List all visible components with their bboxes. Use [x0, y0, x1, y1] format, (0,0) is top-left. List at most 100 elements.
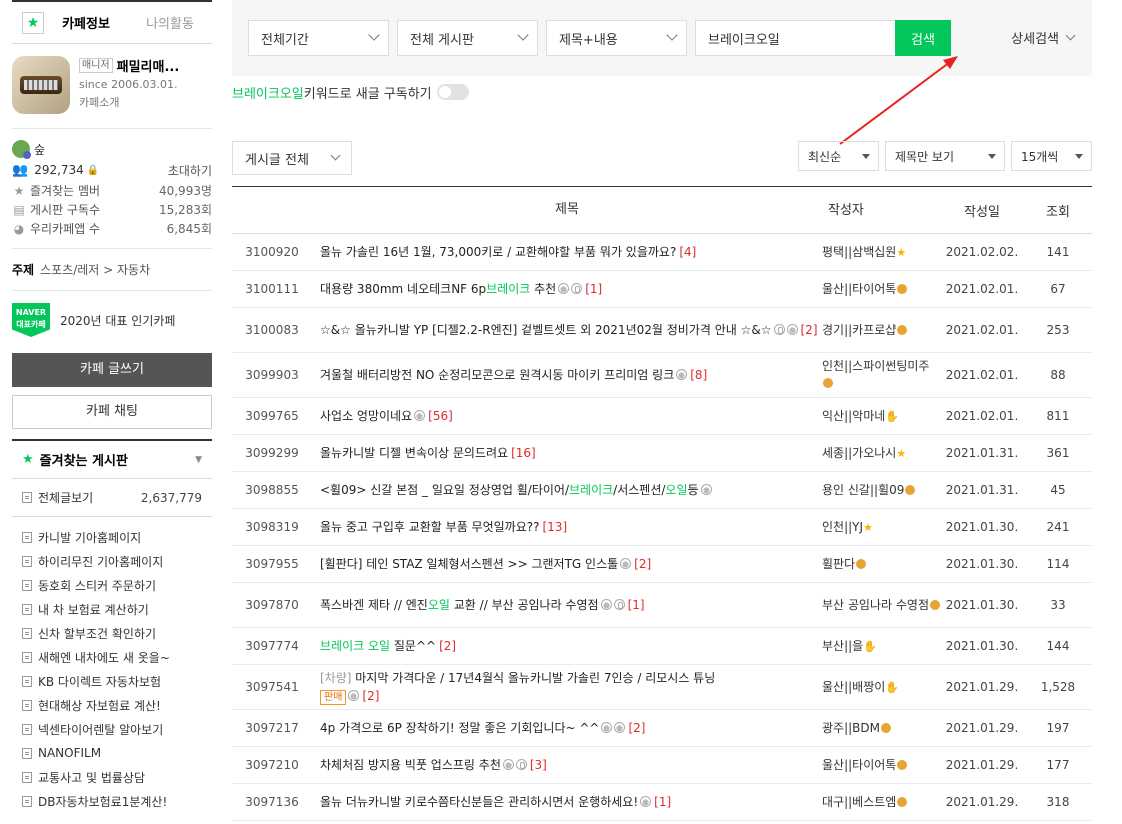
- view-mode-select[interactable]: 제목만 보기: [885, 141, 1005, 171]
- author-name[interactable]: 세종||가오나시: [822, 446, 896, 460]
- board-menu-item[interactable]: 하이리무진 기아홈페이지: [22, 549, 202, 573]
- post-title-link[interactable]: 올뉴카니발 디젤 변속이상 문의드려요: [320, 446, 508, 460]
- author-name[interactable]: 울산||배짱이: [822, 680, 885, 694]
- post-author[interactable]: 대구||베스트엠: [822, 783, 940, 821]
- author-name[interactable]: 경기||카프로샵: [822, 323, 896, 337]
- board-menu-item[interactable]: 넥센타이어렌탈 알아보기: [22, 717, 202, 741]
- favorite-boards-header[interactable]: ★ 즐겨찾는 게시판 ▼: [12, 439, 212, 479]
- invite-link[interactable]: 초대하기: [168, 162, 212, 179]
- post-filter-select[interactable]: 게시글 전체: [232, 141, 352, 175]
- board-icon: [22, 747, 32, 759]
- table-row: 3098855 <휠09> 신갈 본점 _ 일요일 정상영업 휠/타이어/브레이크…: [232, 471, 1092, 509]
- post-title-link[interactable]: 4p 가격으로 6P 장착하기! 정말 좋은 기회입니다~ ^^: [320, 721, 599, 735]
- author-name[interactable]: 울산||타이어톡: [822, 758, 896, 772]
- scope-select[interactable]: 제목+내용: [546, 20, 687, 56]
- author-name[interactable]: 인천||스파이썬팅미주: [822, 359, 929, 373]
- author-name[interactable]: 울산||타이어톡: [822, 282, 896, 296]
- subscribe-toggle[interactable]: [436, 84, 469, 100]
- chevron-down-icon: [666, 29, 678, 41]
- author-name[interactable]: 광주||BDM: [822, 721, 880, 735]
- board-menu-item[interactable]: 현대해상 자보험료 계산!: [22, 693, 202, 717]
- board-menu-item[interactable]: 교통사고 및 법률상담: [22, 765, 202, 789]
- comment-count[interactable]: [8]: [690, 368, 707, 382]
- all-posts-link[interactable]: 전체글보기 2,637,779: [12, 479, 212, 517]
- post-author[interactable]: 익산||악마네✋: [822, 397, 940, 435]
- post-title-link[interactable]: 폭스바겐 제타 // 엔진오일 교환 // 부산 공임나라 수영점: [320, 598, 599, 612]
- comment-count[interactable]: [1]: [585, 282, 602, 296]
- author-name[interactable]: 부산||을: [822, 639, 863, 653]
- comment-count[interactable]: [4]: [679, 245, 696, 259]
- caret-down-icon[interactable]: ▼: [195, 455, 202, 465]
- cafe-intro-link[interactable]: 카페소개: [79, 94, 179, 110]
- post-author[interactable]: 휠판다: [822, 545, 940, 583]
- member-count[interactable]: 292,734: [34, 163, 84, 177]
- post-author[interactable]: 광주||BDM: [822, 709, 940, 747]
- board-menu-list: 카니발 기아홈페이지 하이리무진 기아홈페이지 동호회 스티커 주문하기 내 차 보험…: [12, 517, 212, 821]
- favorite-star-icon[interactable]: ★: [22, 11, 44, 34]
- board-menu-item[interactable]: 신차 할부조건 확인하기: [22, 621, 202, 645]
- comment-count[interactable]: [2]: [362, 689, 379, 703]
- post-author[interactable]: 울산||타이어톡: [822, 746, 940, 784]
- post-author[interactable]: 울산||타이어톡: [822, 270, 940, 308]
- post-title-link[interactable]: 차체처짐 방지용 빅풋 업스프링 추천: [320, 758, 501, 772]
- post-title-link[interactable]: <휠09> 신갈 본점 _ 일요일 정상영업 휠/타이어/브레이크/서스펜션/오…: [320, 483, 699, 497]
- board-menu-item[interactable]: KB 다이렉트 자동차보험: [22, 669, 202, 693]
- cafe-thumbnail[interactable]: [12, 56, 70, 114]
- comment-count[interactable]: [2]: [801, 323, 818, 337]
- comment-count[interactable]: [3]: [530, 758, 547, 772]
- board-menu-item[interactable]: 카니발 기아홈페이지: [22, 525, 202, 549]
- comment-count[interactable]: [56]: [428, 409, 453, 423]
- post-title-link[interactable]: 올뉴 가솔린 16년 1월, 73,000키로 / 교환해야할 부품 뭐가 있을…: [320, 245, 676, 259]
- post-author[interactable]: 용인 신갈||휠09: [822, 471, 940, 509]
- author-name[interactable]: 부산 공임나라 수영점: [822, 598, 929, 612]
- post-title-link[interactable]: 대용량 380mm 네오테크NF 6p브레이크 추천: [320, 282, 556, 296]
- author-name[interactable]: 용인 신갈||휠09: [822, 483, 904, 497]
- comment-count[interactable]: [2]: [634, 557, 651, 571]
- author-name[interactable]: 대구||베스트엠: [822, 795, 896, 809]
- comment-count[interactable]: [2]: [628, 721, 645, 735]
- post-title-link[interactable]: 사업소 엉망이네요: [320, 409, 412, 423]
- period-select[interactable]: 전체기간: [248, 20, 389, 56]
- comment-count[interactable]: [13]: [543, 520, 568, 534]
- board-menu-item[interactable]: DB자동차보험료1분계산!: [22, 789, 202, 813]
- post-author[interactable]: 세종||가오나시★: [822, 434, 940, 472]
- comment-count[interactable]: [16]: [511, 446, 536, 460]
- post-author[interactable]: 평택||삼백십원★: [822, 233, 940, 271]
- detail-search-toggle[interactable]: 상세검색: [1011, 28, 1076, 47]
- comment-count[interactable]: [1]: [628, 598, 645, 612]
- board-menu-item[interactable]: 동호회 스티커 주문하기: [22, 573, 202, 597]
- post-title-link[interactable]: 브레이크 오일 질문^^: [320, 639, 436, 653]
- board-icon: [22, 651, 32, 663]
- post-title-link[interactable]: 올뉴 더뉴카니발 키로수쯤타신분들은 관리하시면서 운행하세요!: [320, 795, 638, 809]
- member-level-star-icon: ★: [863, 520, 873, 534]
- author-name[interactable]: 익산||악마네: [822, 409, 885, 423]
- post-title-link[interactable]: 올뉴 중고 구입후 교환할 부품 무엇일까요??: [320, 520, 540, 534]
- board-menu-item[interactable]: NANOFILM: [22, 741, 202, 765]
- post-author[interactable]: 경기||카프로샵: [822, 307, 940, 353]
- award-banner[interactable]: NAVER 대표카페 2020년 대표 인기카페: [12, 291, 212, 349]
- cafe-chat-button[interactable]: 카페 채팅: [12, 395, 212, 429]
- author-name[interactable]: 평택||삼백십원: [822, 245, 896, 259]
- post-title-link[interactable]: 마지막 가격다운 / 17년4월식 올뉴카니발 가솔린 7인승 / 리모시스 튜…: [351, 671, 715, 685]
- comment-count[interactable]: [1]: [654, 795, 671, 809]
- post-author[interactable]: 울산||배짱이✋: [822, 664, 940, 710]
- tab-cafe-info[interactable]: 카페정보: [44, 13, 128, 32]
- author-name[interactable]: 휠판다: [822, 557, 855, 571]
- author-name[interactable]: 인천||YJ: [822, 520, 863, 534]
- tab-my-activity[interactable]: 나의활동: [128, 13, 212, 32]
- sort-order-select[interactable]: 최신순: [798, 141, 879, 171]
- post-title-link[interactable]: [휠판다] 테인 STAZ 일체형서스펜션 >> 그랜저TG 인스톨: [320, 557, 618, 571]
- post-title-link[interactable]: 겨울철 배터리방전 NO 순정리모콘으로 원격시동 마이키 프리미엄 링크: [320, 368, 674, 382]
- board-menu-item[interactable]: 새해엔 내차에도 새 옷을~: [22, 645, 202, 669]
- post-author[interactable]: 부산 공임나라 수영점: [822, 582, 940, 628]
- board-menu-item[interactable]: 내 차 보험료 계산하기: [22, 597, 202, 621]
- post-author[interactable]: 부산||을✋: [822, 627, 940, 665]
- board-select[interactable]: 전체 게시판: [397, 20, 538, 56]
- cafe-write-button[interactable]: 카페 글쓰기: [12, 353, 212, 387]
- post-title-link[interactable]: ☆&☆ 올뉴카니발 YP [디젤2.2-R엔진] 겉벨트셋트 외 2021년02…: [320, 323, 772, 337]
- page-size-select[interactable]: 15개씩: [1011, 141, 1092, 171]
- post-author[interactable]: 인천||스파이썬팅미주: [822, 352, 940, 398]
- comment-count[interactable]: [2]: [439, 639, 456, 653]
- post-author[interactable]: 인천||YJ★: [822, 508, 940, 546]
- cafe-name[interactable]: 패밀리매...: [117, 56, 180, 75]
